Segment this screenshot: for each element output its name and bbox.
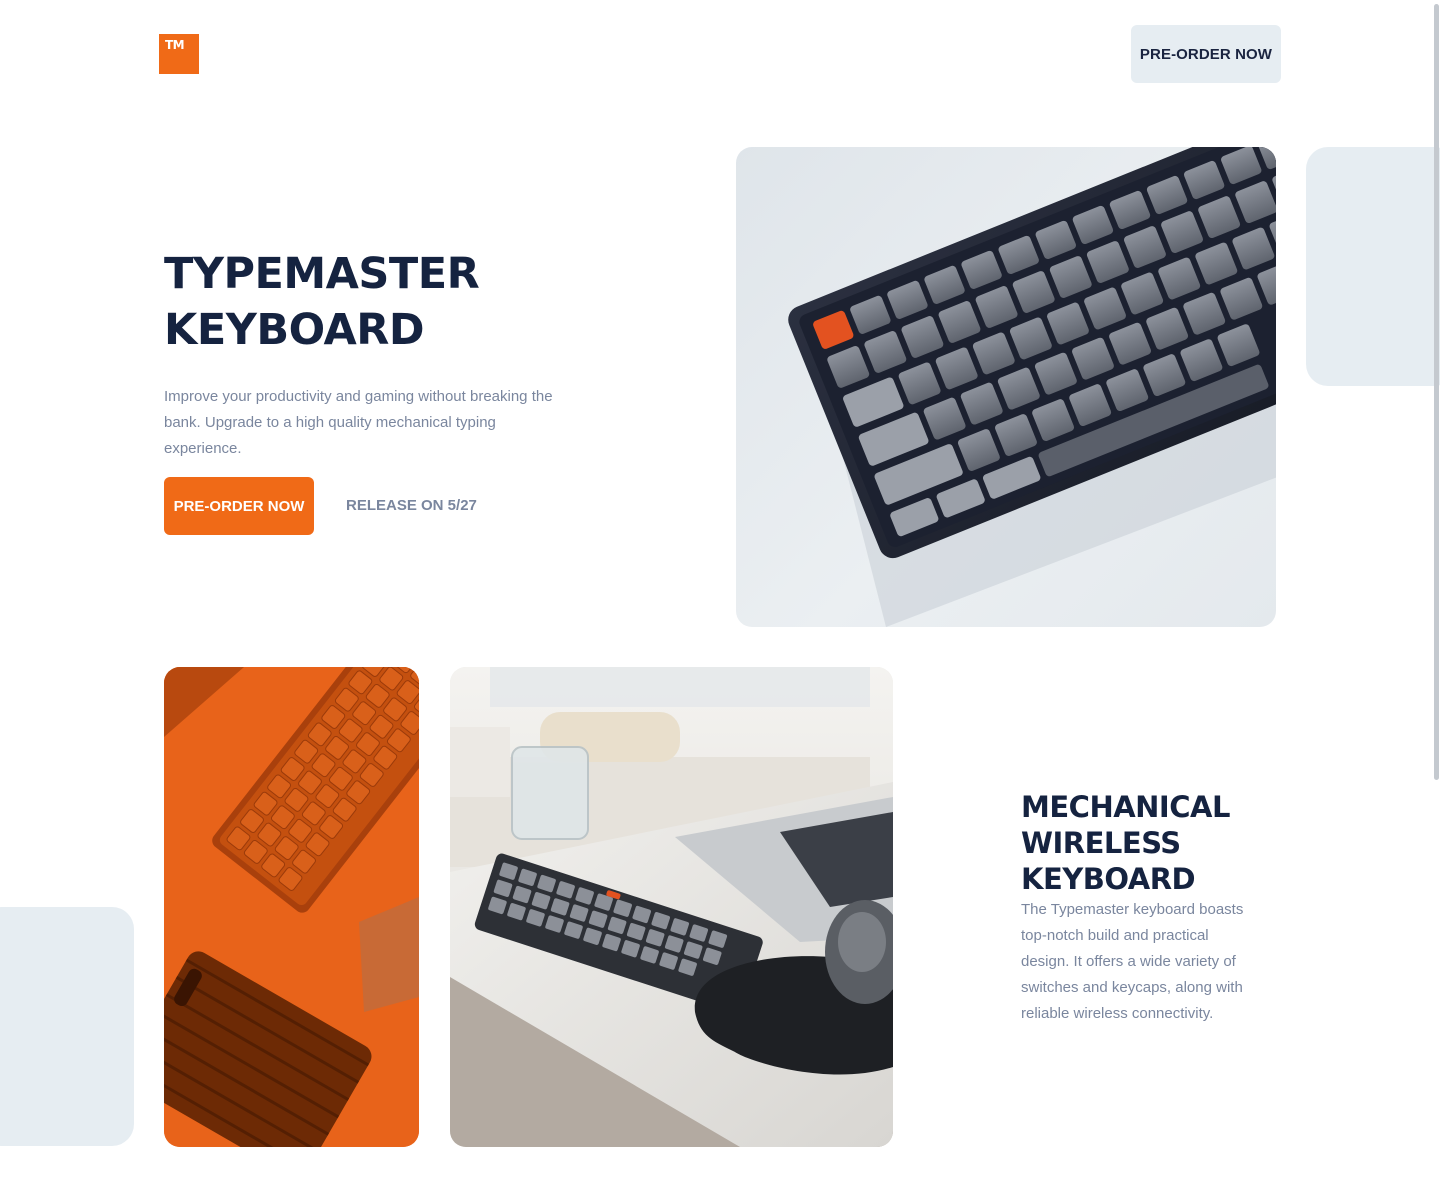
feature-title: MECHANICAL WIRELESS KEYBOARD — [1021, 789, 1281, 897]
hero-pre-order-button[interactable]: PRE-ORDER NOW — [164, 477, 314, 535]
page-scrollbar[interactable] — [1433, 0, 1440, 1203]
decorative-panel-right — [1306, 147, 1440, 386]
logo[interactable]: TM — [159, 34, 199, 74]
desk-setup-illustration — [450, 667, 893, 1147]
gallery-image-desk-setup — [450, 667, 893, 1147]
hero-title: TYPEMASTER KEYBOARD — [164, 246, 584, 358]
feature-title-line-2: WIRELESS — [1021, 826, 1181, 860]
hero-title-line-2: KEYBOARD — [164, 305, 425, 355]
keyboard-illustration — [788, 147, 1276, 627]
scrollbar-thumb[interactable] — [1434, 4, 1439, 780]
feature-title-line-1: MECHANICAL — [1021, 790, 1230, 824]
hero-keyboard-image — [736, 147, 1276, 627]
hero-title-line-1: TYPEMASTER — [164, 249, 480, 299]
decorative-panel-left — [0, 907, 134, 1146]
header-pre-order-button[interactable]: PRE-ORDER NOW — [1131, 25, 1281, 83]
gallery-image-orange-keyboard — [164, 667, 419, 1147]
orange-keyboard-illustration — [164, 667, 419, 1147]
feature-description: The Typemaster keyboard boasts top-notch… — [1021, 901, 1244, 1022]
feature-title-line-3: KEYBOARD — [1021, 862, 1196, 896]
hero-description: Improve your productivity and gaming wit… — [164, 388, 553, 457]
release-date-text: RELEASE ON 5/27 — [346, 497, 477, 514]
